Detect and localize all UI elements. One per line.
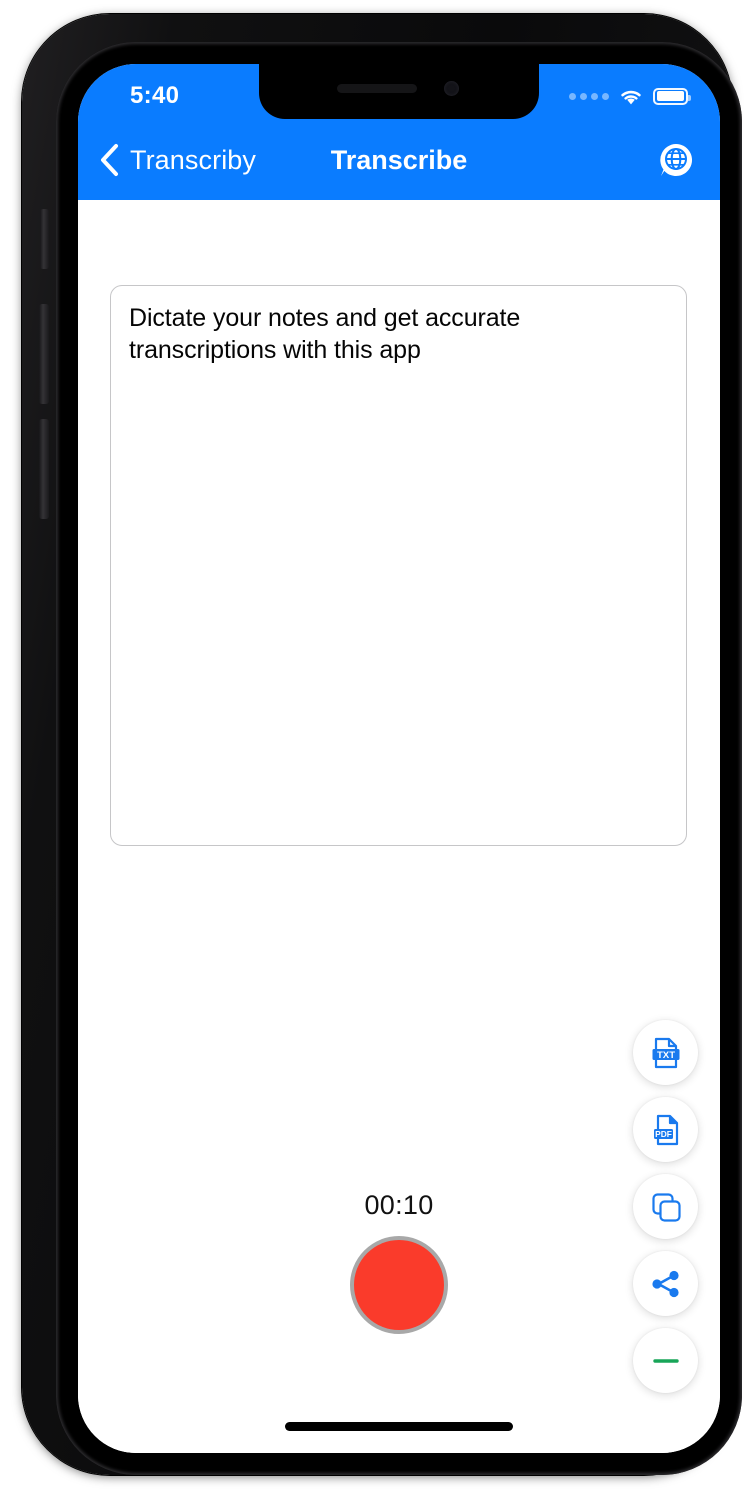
recording-timer: 00:10 bbox=[364, 1190, 434, 1220]
txt-file-icon: TXT bbox=[652, 1037, 679, 1068]
copy-icon bbox=[651, 1192, 681, 1222]
export-txt-button[interactable]: TXT bbox=[633, 1020, 698, 1085]
minus-icon bbox=[652, 1358, 679, 1363]
phone-frame: 5:40 Transcriby Transcribe Dictate your … bbox=[22, 14, 742, 1475]
home-indicator[interactable] bbox=[285, 1422, 513, 1431]
export-pdf-button[interactable]: PDF bbox=[633, 1097, 698, 1162]
front-camera bbox=[444, 81, 459, 96]
chevron-left-icon bbox=[101, 144, 118, 176]
phone-notch bbox=[259, 64, 539, 119]
share-button[interactable] bbox=[633, 1251, 698, 1316]
back-button-label: Transcriby bbox=[130, 144, 257, 175]
earpiece-speaker bbox=[337, 84, 417, 93]
transcript-textarea[interactable]: Dictate your notes and get accurate tran… bbox=[110, 285, 687, 846]
wifi-icon bbox=[621, 90, 641, 104]
status-bar-time: 5:40 bbox=[130, 82, 180, 109]
back-button[interactable]: Transcriby bbox=[98, 143, 256, 177]
main-content: Dictate your notes and get accurate tran… bbox=[78, 200, 720, 1453]
share-icon bbox=[651, 1270, 679, 1297]
svg-text:TXT: TXT bbox=[656, 1049, 674, 1060]
collapse-menu-button[interactable] bbox=[633, 1328, 698, 1393]
record-stop-button[interactable] bbox=[350, 1236, 448, 1334]
volume-up-button[interactable] bbox=[39, 304, 49, 404]
translate-button[interactable] bbox=[656, 140, 696, 180]
svg-text:PDF: PDF bbox=[655, 1129, 672, 1139]
volume-down-button[interactable] bbox=[39, 419, 49, 519]
status-bar-indicators bbox=[569, 87, 691, 106]
navigation-bar: Transcriby Transcribe bbox=[78, 120, 720, 200]
signal-dots-icon bbox=[569, 92, 609, 100]
phone-screen: 5:40 Transcriby Transcribe Dictate your … bbox=[78, 64, 720, 1453]
floating-action-menu: TXT PDF bbox=[633, 1020, 698, 1393]
copy-button[interactable] bbox=[633, 1174, 698, 1239]
globe-chat-icon bbox=[660, 144, 693, 176]
transcript-text: Dictate your notes and get accurate tran… bbox=[129, 304, 528, 364]
mute-switch-button[interactable] bbox=[40, 209, 49, 269]
battery-icon bbox=[653, 87, 691, 105]
pdf-file-icon: PDF bbox=[653, 1114, 678, 1145]
